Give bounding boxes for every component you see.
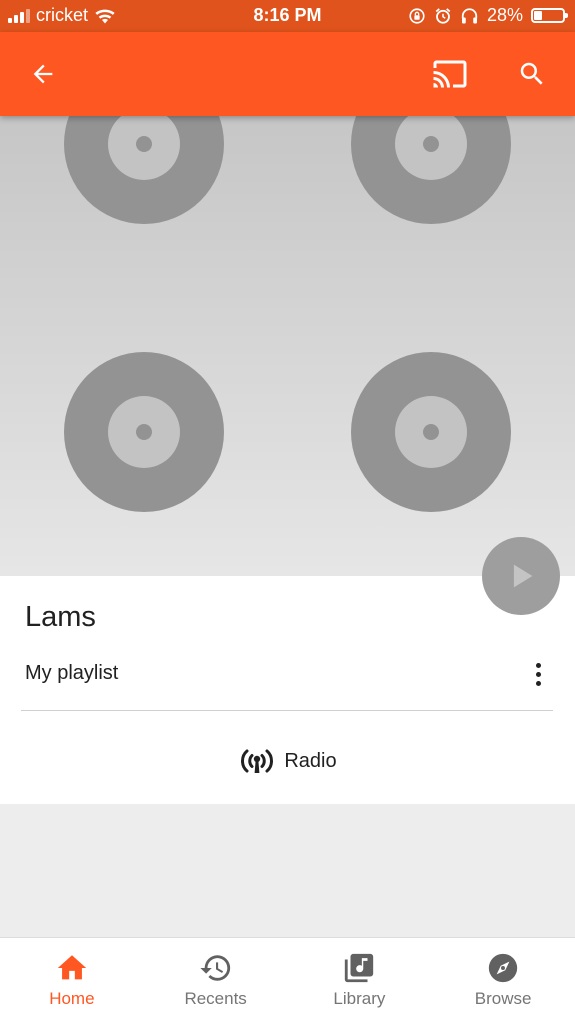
nav-recents[interactable]: Recents: [144, 938, 288, 1025]
bottom-navigation: Home Recents Library Browse: [0, 937, 575, 1025]
playlist-title: Lams: [25, 601, 96, 633]
playlist-subtitle: My playlist: [25, 662, 119, 684]
divider: [21, 710, 553, 711]
search-icon: [520, 62, 543, 85]
playlist-info-card: Lams My playlist Radio: [0, 576, 575, 804]
play-icon: [513, 564, 533, 588]
radio-label: Radio: [284, 749, 337, 772]
nav-browse[interactable]: Browse: [431, 938, 575, 1025]
arrow-left-icon: [33, 64, 53, 84]
status-bar: cricket 8:16 PM 28%: [0, 0, 575, 32]
nav-home[interactable]: Home: [0, 938, 144, 1025]
cast-button[interactable]: [430, 54, 470, 94]
vinyl-disc-icon: [351, 116, 511, 224]
alarm-icon: [435, 7, 451, 24]
vinyl-disc-icon: [64, 352, 224, 512]
home-icon: [57, 955, 87, 980]
more-options-button[interactable]: [520, 656, 556, 692]
play-button[interactable]: [482, 537, 560, 615]
compass-icon: [488, 953, 518, 983]
app-bar: [0, 32, 575, 116]
more-vert-icon: [535, 662, 541, 668]
library-music-icon: [345, 953, 374, 983]
radio-broadcast-icon: [241, 749, 274, 773]
radio-button[interactable]: Radio: [0, 736, 575, 786]
search-button[interactable]: [512, 54, 552, 94]
nav-library[interactable]: Library: [288, 938, 432, 1025]
rotation-lock-icon: [409, 7, 425, 24]
battery-percent: 28%: [486, 5, 523, 25]
back-button[interactable]: [23, 54, 63, 94]
history-icon: [200, 955, 230, 981]
cast-icon: [433, 60, 467, 88]
nav-recents-label: Recents: [184, 989, 247, 1008]
nav-library-label: Library: [333, 989, 386, 1008]
playlist-artwork: [0, 116, 575, 576]
nav-home-label: Home: [49, 989, 95, 1008]
headphones-icon: [461, 7, 478, 23]
vinyl-disc-icon: [351, 352, 511, 512]
vinyl-disc-icon: [64, 116, 224, 224]
nav-browse-label: Browse: [474, 989, 532, 1008]
battery-icon: [531, 8, 568, 23]
